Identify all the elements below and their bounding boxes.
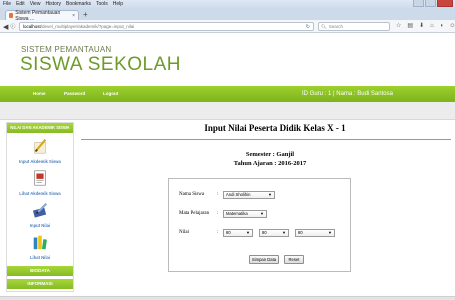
nilai-select-1[interactable]: 80 ▼ [223,229,253,237]
new-tab-button[interactable]: + [83,11,88,19]
sidebar-item-lihat-akademik[interactable]: Lihat Akdemik Siswa [7,169,73,196]
tahun-ajaran-text: Tahun Ajaran : 2016-2017 [233,160,307,167]
title-divider [81,139,451,140]
colon: : [217,230,219,235]
menu-tools[interactable]: Tools [96,0,108,8]
back-arrow-icon[interactable]: ◀ [3,23,8,31]
browser-nav-bar: ◀ ⓘ localhost /devel_multiplayer/akademi… [0,20,455,33]
nilai-select-3[interactable]: 80 ▼ [295,229,335,237]
sidebar-section-informasi[interactable]: INFORMASI [7,279,73,289]
chevron-down-icon: ▼ [246,230,250,235]
colon: : [217,211,219,216]
sidebar-item-label: Input Nilai [29,223,51,228]
browser-tab[interactable]: Sistem Pemantauan Siswa ... × [5,10,79,22]
search-input[interactable]: 🔍︎ Search [318,22,390,31]
input-nilai-form: Nama Siswa : Andi Sholihin ▼ Mata Pelaja… [168,178,351,272]
top-navigation: Home Password Logout ID Guru : 1 | Nama … [0,86,455,102]
nama-siswa-label: Nama Siswa [179,192,205,197]
nilai-value: 80 [226,230,231,235]
favicon-icon [9,13,14,18]
chevron-down-icon: ▼ [260,211,264,216]
document-icon [34,170,46,186]
minimize-button[interactable] [413,0,424,7]
user-info: ID Guru : 1 | Nama : Budi Santosa [302,91,393,97]
nav-password-link[interactable]: Password [64,86,85,102]
sidebar-item-lihat-nilai[interactable]: Lihat Nilai [7,233,73,260]
nav-buttons: ◀ ⓘ [3,22,17,31]
page-bottom-bar [0,296,455,300]
menu-edit[interactable]: Edit [16,0,25,8]
nilai-value: 80 [262,230,267,235]
mata-pelajaran-value: Matematika [226,211,248,216]
header-band [0,102,455,120]
nilai-value: 80 [298,230,303,235]
nilai-label: Nilai [179,230,189,235]
chevron-down-icon: ▼ [268,192,272,197]
simpan-data-button[interactable]: Simpan Data [249,255,279,264]
sidebar-item-input-nilai[interactable]: Input Nilai [7,201,73,228]
chevron-down-icon: ▼ [328,230,332,235]
sidebar-heading: NILAI DAN AKADEMIK SISWA [7,123,73,133]
nama-siswa-select[interactable]: Andi Sholihin ▼ [223,191,275,199]
window-controls [413,0,453,7]
search-placeholder: Search [328,24,343,29]
mata-pelajaran-select[interactable]: Matematika ▼ [223,210,267,218]
maximize-button[interactable] [425,0,436,7]
browser-menu-bar: File Edit View History Bookmarks Tools H… [0,0,455,8]
menu-file[interactable]: File [3,0,11,8]
menu-bookmarks[interactable]: Bookmarks [66,0,91,8]
info-icon[interactable]: ⓘ [10,23,15,30]
menu-view[interactable]: View [30,0,41,8]
address-bar[interactable]: localhost /devel_multiplayer/akademik/?p… [19,22,314,31]
nav-home-link[interactable]: Home [33,86,46,102]
site-subtitle: SISTEM PEMANTAUAN [21,45,112,54]
semester-text: Semester : Ganjil [245,151,295,158]
sidebar-item-input-akademik[interactable]: Input Akdemik Siswa [7,137,73,164]
library-icon[interactable]: ▤ [407,22,413,31]
sidebar-item-label: Lihat Nilai [29,255,50,260]
pencil-paper-icon [34,139,47,154]
tab-strip: Sistem Pemantauan Siswa ... × + [0,8,455,22]
mata-pelajaran-label: Mata Pelajaran [179,211,210,216]
sidebar-item-label: Input Akdemik Siswa [19,159,61,164]
colon: : [217,192,219,197]
page-title: Input Nilai Peserta Didik Kelas X - 1 [204,123,346,133]
sidebar-item-label: Lihat Akdemik Siswa [19,191,61,196]
pen-book-icon [32,202,48,218]
reset-button[interactable]: Reset [284,255,304,264]
nav-logout-link[interactable]: Logout [103,86,118,102]
close-window-button[interactable] [437,0,453,7]
bookmark-star-icon[interactable]: ☆ [396,22,401,31]
url-host: localhost [23,24,41,29]
sync-icon[interactable]: ☺ [449,22,455,31]
books-icon [33,235,47,250]
nilai-select-2[interactable]: 80 ▼ [259,229,289,237]
home-icon[interactable]: ⌂ [430,22,434,31]
sidebar: NILAI DAN AKADEMIK SISWA Input Akdemik S… [6,122,74,292]
semester-info: Semester : Ganjil Tahun Ajaran : 2016-20… [190,150,350,168]
menu-help[interactable]: Help [113,0,123,8]
site-title: SISWA SEKOLAH [20,54,182,75]
toolbar-icons: ☆ ▤ ⬇ ⌂ ◖ ☺ ≡ [396,22,455,31]
nama-siswa-value: Andi Sholihin [226,192,251,197]
url-path: /devel_multiplayer/akademik/?page=input_… [40,24,135,29]
sidebar-section-biodata[interactable]: BIODATA [7,266,73,276]
tab-close-icon[interactable]: × [72,13,75,19]
reload-icon[interactable]: ↻ [306,24,310,30]
chevron-down-icon: ▼ [282,230,286,235]
search-icon: 🔍︎ [321,23,327,29]
menu-history[interactable]: History [45,0,61,8]
download-icon[interactable]: ⬇ [419,22,424,31]
pocket-icon[interactable]: ◖ [440,22,444,31]
